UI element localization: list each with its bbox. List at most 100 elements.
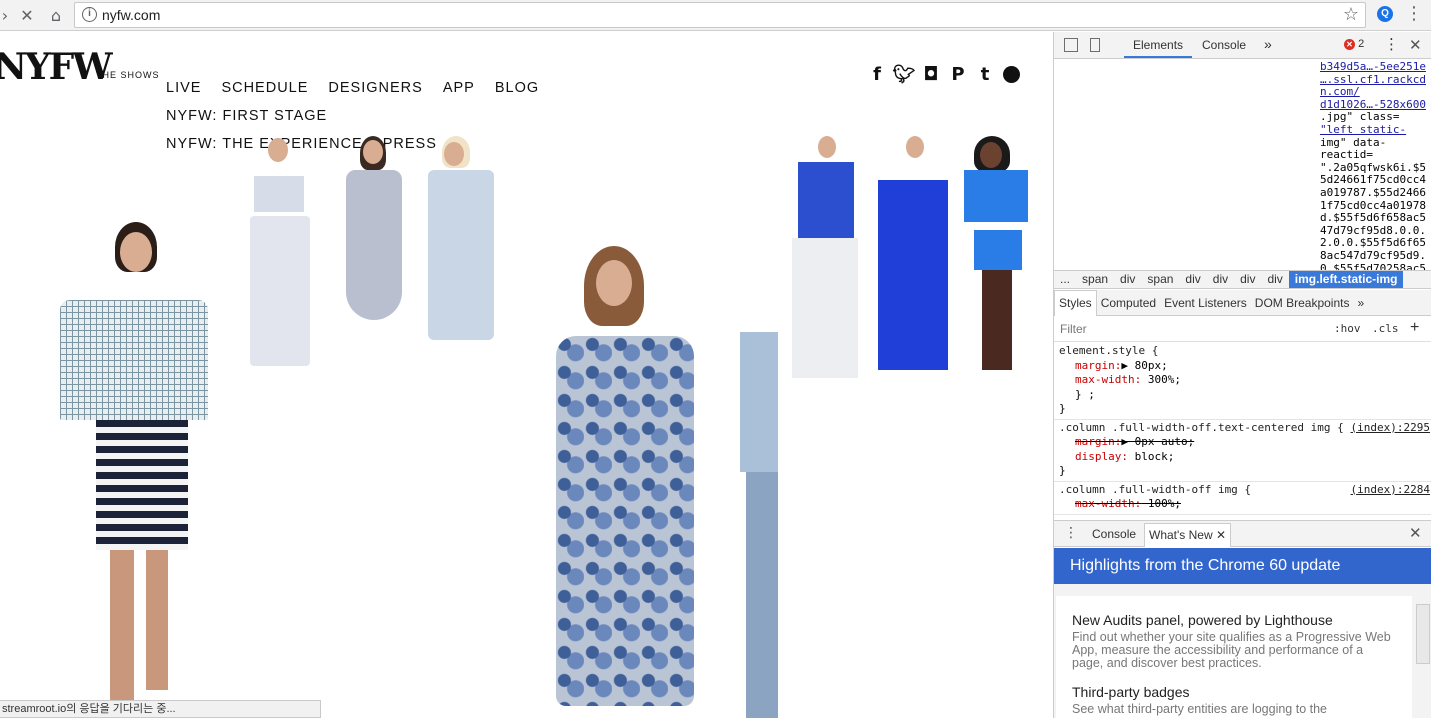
- breadcrumb-item[interactable]: span: [1076, 271, 1114, 288]
- runway-image-4: [418, 136, 502, 386]
- breadcrumb-item[interactable]: ...: [1054, 271, 1076, 288]
- drawer-tab-console[interactable]: Console: [1092, 527, 1136, 541]
- css-source-link[interactable]: (index):2295: [1351, 421, 1430, 436]
- close-tab-icon[interactable]: ✕: [1216, 528, 1226, 542]
- elements-line[interactable]: d.$55f5d6f658ac5: [1320, 212, 1430, 225]
- tumblr-icon[interactable]: t: [976, 64, 994, 85]
- css-declaration[interactable]: } ;: [1059, 388, 1427, 403]
- whats-new-item-desc: Find out whether your site qualifies as …: [1072, 630, 1391, 670]
- css-declaration[interactable]: max-width: 100%;: [1059, 497, 1427, 512]
- browser-menu-icon[interactable]: ⋮: [1405, 3, 1423, 24]
- devtools-panel: Elements Console » ✕ 2 ⋮ ✕ b349d5a…-5ee2…: [1053, 32, 1431, 718]
- address-url[interactable]: nyfw.com: [102, 7, 160, 23]
- css-declaration[interactable]: margin:▶ 0px auto;: [1059, 435, 1427, 450]
- css-source-link[interactable]: (index):2284: [1351, 483, 1430, 498]
- breadcrumb-item[interactable]: img.left.static-img: [1288, 271, 1404, 288]
- css-rule-close: }: [1059, 402, 1066, 415]
- web-page: NYFW THE SHOWS LIVE SCHEDULE DESIGNERS APP B…: [0, 32, 1053, 718]
- styles-filter-row: Filter :hov .cls +: [1054, 317, 1431, 342]
- whats-new-item-title: Third-party badges: [1072, 684, 1190, 700]
- breadcrumb-item[interactable]: div: [1179, 271, 1206, 288]
- hov-toggle[interactable]: :hov: [1334, 322, 1361, 335]
- css-declaration[interactable]: margin:▶ 80px;: [1059, 359, 1427, 374]
- elements-code: b349d5a…-5ee251e ….ssl.cf1.rackcd n.com/d1…: [1320, 60, 1430, 270]
- elements-line[interactable]: reactid=: [1320, 149, 1430, 162]
- css-selector[interactable]: element.style {: [1059, 344, 1427, 359]
- twitter-icon[interactable]: 🐦︎: [893, 64, 916, 85]
- drawer-toolbar: ⋮ Console What's New ✕ ✕: [1054, 520, 1431, 547]
- breadcrumb-item[interactable]: div: [1234, 271, 1261, 288]
- status-bar: streamroot.io의 응답을 기다리는 중...: [0, 700, 321, 718]
- back-arrow-icon[interactable]: ›: [0, 4, 16, 26]
- elements-line[interactable]: b349d5a…-5ee251e: [1320, 60, 1430, 74]
- runway-image-7: [778, 136, 1048, 412]
- styles-subtab[interactable]: DOM Breakpoints: [1251, 291, 1354, 316]
- whats-new-scrollbar[interactable]: [1416, 604, 1430, 664]
- elements-line[interactable]: a019787.$55d2466: [1320, 186, 1430, 200]
- browser-toolbar: › ✕ ⌂ i nyfw.com ☆ Q ⋮: [0, 0, 1431, 31]
- address-bar[interactable]: i nyfw.com ☆: [74, 2, 1366, 28]
- more-tabs-icon[interactable]: »: [1264, 36, 1272, 52]
- runway-image-6: [740, 252, 778, 718]
- instagram-icon[interactable]: ◘: [922, 64, 940, 85]
- new-rule-icon[interactable]: +: [1410, 319, 1419, 337]
- whats-new-header: Highlights from the Chrome 60 update: [1054, 548, 1431, 584]
- devtools-menu-icon[interactable]: ⋮: [1384, 35, 1399, 53]
- css-declaration[interactable]: display: block;: [1059, 450, 1427, 465]
- nav-blog[interactable]: BLOG: [495, 74, 539, 102]
- devtools-close-icon[interactable]: ✕: [1409, 36, 1422, 54]
- site-logo-subtitle: THE SHOWS: [96, 70, 160, 80]
- nav-schedule[interactable]: SCHEDULE: [221, 74, 308, 102]
- runway-image-2: [240, 136, 322, 381]
- site-logo[interactable]: NYFW: [0, 46, 113, 88]
- breadcrumb: ... span div span div div div div img.left.stati…: [1054, 270, 1431, 289]
- runway-image-1: [60, 222, 210, 712]
- drawer-menu-icon[interactable]: ⋮: [1064, 525, 1078, 541]
- bookmark-star-icon[interactable]: ☆: [1343, 4, 1359, 25]
- active-tab-indicator: [1124, 56, 1192, 58]
- breadcrumb-item[interactable]: div: [1114, 271, 1141, 288]
- nav-first-stage[interactable]: NYFW: FIRST STAGE: [166, 102, 327, 130]
- inspect-element-icon[interactable]: [1064, 38, 1078, 52]
- tab-console[interactable]: Console: [1202, 38, 1246, 52]
- drawer-tab-whats-new[interactable]: What's New ✕: [1144, 523, 1232, 547]
- css-rule-close: }: [1059, 464, 1066, 477]
- pinterest-icon[interactable]: P: [949, 64, 967, 85]
- whats-new-body: New Audits panel, powered by Lighthouse …: [1054, 584, 1431, 718]
- runway-image-5: [548, 246, 698, 716]
- styles-filter-input[interactable]: Filter: [1060, 322, 1087, 336]
- elements-line[interactable]: "left static-: [1320, 123, 1430, 137]
- info-icon[interactable]: i: [82, 7, 97, 22]
- globe-icon[interactable]: [1003, 66, 1020, 83]
- styles-subtab[interactable]: Styles: [1054, 290, 1097, 316]
- error-icon: ✕: [1344, 39, 1355, 50]
- whats-new-item-desc: See what third-party entities are loggin…: [1072, 702, 1328, 716]
- css-rule: .column .full-width-off img {(index):228…: [1054, 482, 1431, 515]
- home-icon[interactable]: ⌂: [45, 4, 67, 26]
- elements-line[interactable]: 8ac547d79cf95d9.: [1320, 249, 1430, 263]
- runway-image-3: [330, 136, 418, 386]
- error-counter[interactable]: ✕ 2: [1344, 38, 1364, 50]
- facebook-icon[interactable]: f: [868, 64, 886, 85]
- styles-rules: element.style {margin:▶ 80px; max-width: …: [1054, 343, 1431, 518]
- elements-line[interactable]: 0.$55f5d70258ac5: [1320, 262, 1430, 270]
- tab-elements[interactable]: Elements: [1133, 38, 1183, 52]
- styles-subtab[interactable]: Event Listeners: [1160, 291, 1251, 316]
- drawer-close-icon[interactable]: ✕: [1409, 524, 1422, 542]
- nav-designers[interactable]: DESIGNERS: [328, 74, 422, 102]
- breadcrumb-item[interactable]: div: [1261, 271, 1288, 288]
- breadcrumb-item[interactable]: div: [1207, 271, 1234, 288]
- elements-line[interactable]: n.com/: [1320, 86, 1430, 99]
- styles-subtab[interactable]: »: [1353, 291, 1368, 316]
- whats-new-item-title: New Audits panel, powered by Lighthouse: [1072, 612, 1333, 628]
- device-toolbar-icon[interactable]: [1090, 38, 1100, 52]
- extension-icon[interactable]: Q: [1377, 6, 1393, 22]
- nav-app[interactable]: APP: [443, 74, 475, 102]
- styles-subtab[interactable]: Computed: [1097, 291, 1160, 316]
- css-declaration[interactable]: max-width: 300%;: [1059, 373, 1427, 388]
- nav-live[interactable]: LIVE: [166, 74, 201, 102]
- stop-icon[interactable]: ✕: [16, 4, 38, 26]
- css-rule: .column .full-width-off.text-centered im…: [1054, 420, 1431, 482]
- breadcrumb-item[interactable]: span: [1141, 271, 1179, 288]
- cls-toggle[interactable]: .cls: [1372, 322, 1399, 335]
